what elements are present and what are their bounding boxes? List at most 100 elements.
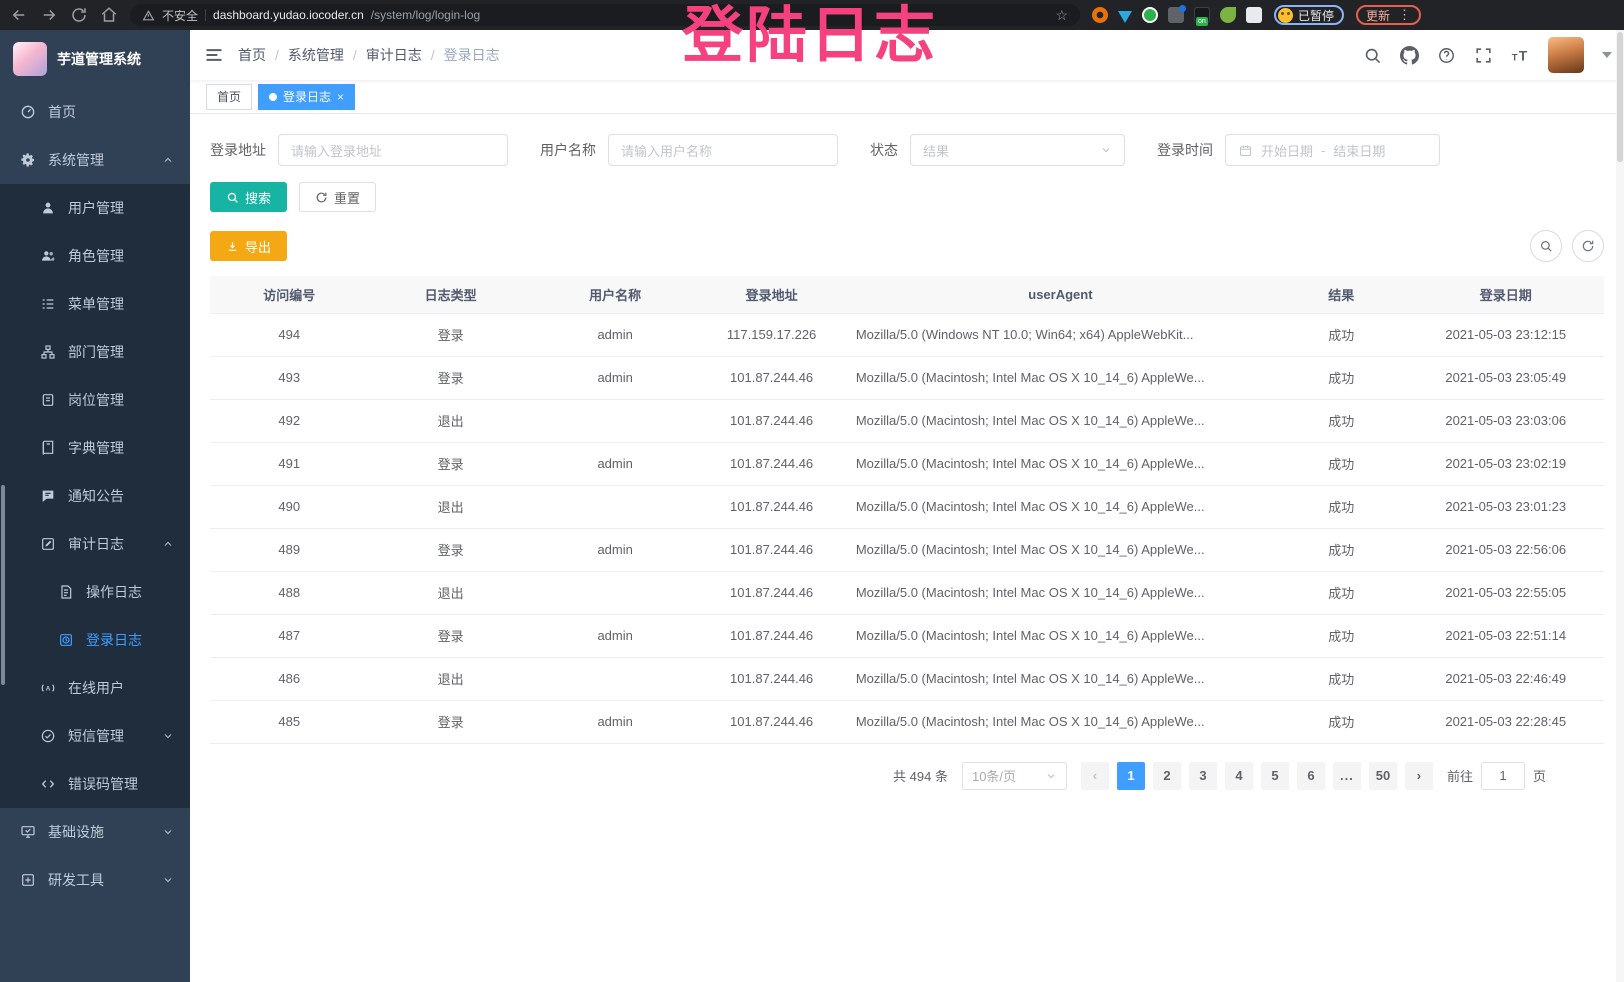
table-row[interactable]: 485登录admin101.87.244.46Mozilla/5.0 (Maci… <box>210 700 1604 743</box>
column-header[interactable]: 访问编号 <box>210 276 368 313</box>
cell-ua: Mozilla/5.0 (Macintosh; Intel Mac OS X 1… <box>846 399 1275 442</box>
browser-menu-icon[interactable]: ⋮ <box>1398 7 1411 23</box>
extension-icon[interactable] <box>1220 7 1236 23</box>
column-header[interactable]: 登录地址 <box>697 276 845 313</box>
sidebar-item-notices[interactable]: 通知公告 <box>0 472 190 520</box>
page-button-50[interactable]: 50 <box>1369 762 1397 790</box>
address-bar[interactable]: 不安全 dashboard.yudao.iocoder.cn/system/lo… <box>130 4 1080 26</box>
chevron-down-icon <box>162 730 174 742</box>
sidebar-item-online-users[interactable]: A在线用户 <box>0 664 190 712</box>
page-button-1[interactable]: 1 <box>1117 762 1145 790</box>
page-button-2[interactable]: 2 <box>1153 762 1181 790</box>
extension-icon[interactable] <box>1092 7 1108 23</box>
column-header[interactable]: 登录日期 <box>1407 276 1604 313</box>
sidebar-item-depts[interactable]: 部门管理 <box>0 328 190 376</box>
cell-result: 成功 <box>1275 571 1407 614</box>
table-row[interactable]: 492退出101.87.244.46Mozilla/5.0 (Macintosh… <box>210 399 1604 442</box>
breadcrumb-item[interactable]: 审计日志 <box>366 45 422 65</box>
table-row[interactable]: 487登录admin101.87.244.46Mozilla/5.0 (Maci… <box>210 614 1604 657</box>
close-icon[interactable]: × <box>337 91 344 103</box>
toggle-search-button[interactable] <box>1530 230 1562 262</box>
bookmark-star-icon[interactable]: ☆ <box>1055 7 1068 24</box>
extension-icon[interactable] <box>1168 7 1184 23</box>
svg-text:A: A <box>46 685 51 692</box>
app-header: 首页/系统管理/审计日志/登录日志 TT <box>190 30 1624 80</box>
table-row[interactable]: 493登录admin101.87.244.46Mozilla/5.0 (Maci… <box>210 356 1604 399</box>
profile-paused-badge[interactable]: 已暂停 <box>1274 5 1344 25</box>
table-row[interactable]: 491登录admin101.87.244.46Mozilla/5.0 (Maci… <box>210 442 1604 485</box>
font-size-icon[interactable]: TT <box>1511 46 1530 65</box>
sidebar-logo[interactable]: 芋道管理系统 <box>0 30 190 88</box>
sidebar-item-menus[interactable]: 菜单管理 <box>0 280 190 328</box>
browser-reload-icon[interactable] <box>70 6 88 24</box>
page-button-4[interactable]: 4 <box>1225 762 1253 790</box>
help-icon[interactable] <box>1437 46 1456 65</box>
page-button-5[interactable]: 5 <box>1261 762 1289 790</box>
browser-back-icon[interactable] <box>10 6 28 24</box>
sidebar-item-audit-log[interactable]: 审计日志 <box>0 520 190 568</box>
sidebar-item-roles[interactable]: 角色管理 <box>0 232 190 280</box>
sidebar-item-dicts[interactable]: 字典管理 <box>0 424 190 472</box>
tag-active[interactable]: 登录日志× <box>258 84 355 110</box>
page-scrollbar[interactable] <box>1616 30 1624 982</box>
security-label[interactable]: 不安全 <box>162 7 198 24</box>
cell-id: 491 <box>210 442 368 485</box>
user-avatar[interactable] <box>1548 37 1584 73</box>
sidebar-item-login-log[interactable]: 登录日志 <box>0 616 190 664</box>
table-body: 494登录admin117.159.17.226Mozilla/5.0 (Win… <box>210 313 1604 743</box>
refresh-button[interactable] <box>1572 230 1604 262</box>
browser-update-button[interactable]: 更新 ⋮ <box>1356 5 1421 25</box>
column-header[interactable]: 用户名称 <box>533 276 697 313</box>
breadcrumb-item[interactable]: 首页 <box>238 45 266 65</box>
sidebar-item-error-codes[interactable]: 错误码管理 <box>0 760 190 808</box>
sidebar-item-operation-log[interactable]: 操作日志 <box>0 568 190 616</box>
search-button[interactable]: 搜索 <box>210 182 287 212</box>
page-button-3[interactable]: 3 <box>1189 762 1217 790</box>
breadcrumb-item[interactable]: 系统管理 <box>288 45 344 65</box>
table-row[interactable]: 488退出101.87.244.46Mozilla/5.0 (Macintosh… <box>210 571 1604 614</box>
table-row[interactable]: 490退出101.87.244.46Mozilla/5.0 (Macintosh… <box>210 485 1604 528</box>
sidebar-item-dev-tools[interactable]: 研发工具 <box>0 856 190 904</box>
pager-ellipsis[interactable]: ... <box>1333 762 1361 790</box>
extension-icon[interactable] <box>1194 7 1210 23</box>
cell-date: 2021-05-03 23:01:23 <box>1407 485 1604 528</box>
column-header[interactable]: 日志类型 <box>368 276 532 313</box>
sidebar-item-users[interactable]: 用户管理 <box>0 184 190 232</box>
extension-icon[interactable] <box>1118 11 1132 23</box>
column-header[interactable]: userAgent <box>846 276 1275 313</box>
fullscreen-icon[interactable] <box>1474 46 1493 65</box>
cell-date: 2021-05-03 23:02:19 <box>1407 442 1604 485</box>
prev-page-button[interactable]: ‹ <box>1081 762 1109 790</box>
table-row[interactable]: 486退出101.87.244.46Mozilla/5.0 (Macintosh… <box>210 657 1604 700</box>
chevron-down-icon[interactable] <box>1602 52 1612 58</box>
hamburger-icon[interactable] <box>204 45 224 65</box>
goto-page-input[interactable]: 1 <box>1481 762 1525 790</box>
table-row[interactable]: 489登录admin101.87.244.46Mozilla/5.0 (Maci… <box>210 528 1604 571</box>
sidebar-item-sms[interactable]: 短信管理 <box>0 712 190 760</box>
page-size-select[interactable]: 10条/页 <box>962 762 1067 790</box>
browser-forward-icon[interactable] <box>40 6 58 24</box>
date-range-picker[interactable]: 开始日期 - 结束日期 <box>1225 134 1440 166</box>
extension-icon[interactable] <box>1142 7 1158 23</box>
reset-button[interactable]: 重置 <box>299 182 376 212</box>
tag-item[interactable]: 首页 <box>206 84 252 110</box>
login-address-input[interactable]: 请输入登录地址 <box>278 134 508 166</box>
page-button-6[interactable]: 6 <box>1297 762 1325 790</box>
status-select[interactable]: 结果 <box>910 134 1125 166</box>
sidebar-item-home[interactable]: 首页 <box>0 88 190 136</box>
sidebar-item-posts[interactable]: 岗位管理 <box>0 376 190 424</box>
search-icon[interactable] <box>1363 46 1382 65</box>
extensions-puzzle-icon[interactable] <box>1246 7 1262 23</box>
github-icon[interactable] <box>1400 46 1419 65</box>
next-page-button[interactable]: › <box>1405 762 1433 790</box>
export-button[interactable]: 导出 <box>210 231 287 261</box>
sidebar-item-system[interactable]: 系统管理 <box>0 136 190 184</box>
username-input[interactable]: 请输入用户名称 <box>608 134 838 166</box>
browser-home-icon[interactable] <box>100 6 118 24</box>
table-row[interactable]: 494登录admin117.159.17.226Mozilla/5.0 (Win… <box>210 313 1604 356</box>
column-header[interactable]: 结果 <box>1275 276 1407 313</box>
sidebar-item-label: 字典管理 <box>68 438 124 458</box>
scrollbar-thumb[interactable] <box>1617 32 1623 162</box>
sidebar-item-infrastructure[interactable]: 基础设施 <box>0 808 190 856</box>
sidebar-scrollbar[interactable] <box>1 485 5 685</box>
